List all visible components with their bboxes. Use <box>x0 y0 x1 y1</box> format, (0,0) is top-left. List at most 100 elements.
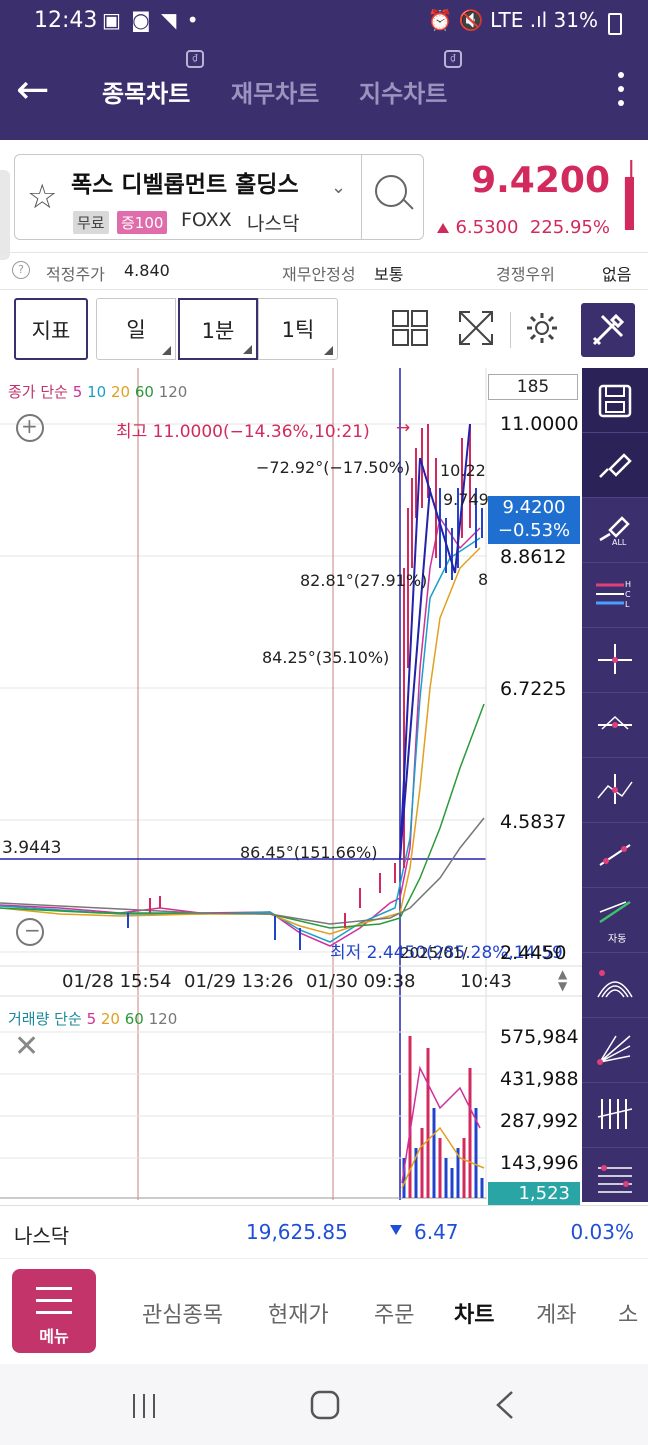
svg-text:C: C <box>625 590 631 599</box>
tools-icon <box>592 313 625 346</box>
line-draw-icon <box>599 844 631 866</box>
competition-value: 없음 <box>602 265 632 284</box>
nav-more[interactable]: 소 <box>618 1297 638 1329</box>
axis-scroll-icon[interactable]: ▲ ▼ <box>558 968 567 992</box>
channel-icon <box>598 1165 632 1193</box>
nav-order[interactable]: 주문 <box>374 1297 414 1329</box>
divider <box>361 155 362 239</box>
hline-value: 3.9443 <box>2 838 62 858</box>
finance-label: 재무안정성 <box>282 265 356 284</box>
period-count-box[interactable]: 185 <box>488 374 578 400</box>
channel-tool[interactable] <box>582 1148 648 1212</box>
tab-stock-chart[interactable]: 종목차트 <box>102 74 190 109</box>
period-1tick-button[interactable]: 1틱 <box>258 298 338 360</box>
fan-line-tool[interactable] <box>582 1018 648 1083</box>
vertical-line-icon <box>597 774 633 804</box>
recent-apps-icon[interactable] <box>130 1392 158 1420</box>
back-arrow-icon[interactable]: ← <box>16 70 50 110</box>
svg-text:ALL: ALL <box>612 538 627 546</box>
vertical-line-tool[interactable] <box>582 758 648 823</box>
period-line-tool[interactable] <box>582 1083 648 1148</box>
trend-value-label: 8 <box>478 570 489 589</box>
svg-text:H: H <box>625 580 631 589</box>
status-time: 12:43 <box>34 8 98 33</box>
svg-text:L: L <box>625 600 630 609</box>
trendline-tool[interactable] <box>582 693 648 758</box>
drawing-tool-panel: ALL HCL 자동 <box>582 368 648 1202</box>
x-axis-label: 01/30 09:38 <box>306 971 416 992</box>
line-draw-tool[interactable] <box>582 823 648 888</box>
index-name: 나스닥 <box>14 1224 70 1248</box>
info-bar: ? 적정주가 4.840 재무안정성 보통 경쟁우위 없음 <box>0 252 648 290</box>
margin-badge: 증100 <box>117 211 168 234</box>
legend-vol60: 60 <box>124 1010 144 1028</box>
legend-price-label: 종가 단순 <box>8 383 68 401</box>
fair-price-label: 적정주가 <box>46 265 105 284</box>
close-icon[interactable]: ✕ <box>14 1032 39 1062</box>
nav-account[interactable]: 계좌 <box>536 1297 576 1329</box>
tab-index-chart[interactable]: 지수차트 <box>359 74 447 109</box>
search-icon[interactable] <box>375 175 407 207</box>
period-day-button[interactable]: 일 <box>96 298 176 360</box>
y-axis-label: 8.8612 <box>500 546 567 568</box>
star-icon[interactable]: ☆ <box>27 177 57 217</box>
current-price: 9.4200 <box>471 160 610 201</box>
indicator-button[interactable]: 지표 <box>14 298 88 360</box>
more-menu-icon[interactable] <box>618 72 626 114</box>
status-bar: 12:43 ▣ ◙ ◥ • ⏰ 🔇 LTE .ıl 31% <box>0 0 648 46</box>
volume-axis-label: 143,996 <box>500 1152 579 1174</box>
period-1min-button[interactable]: 1분 <box>178 298 258 360</box>
price-legend[interactable]: 종가 단순 5 10 20 60 120 <box>8 381 187 402</box>
volume-axis-label: 431,988 <box>500 1068 579 1090</box>
eraser-tool[interactable] <box>582 433 648 498</box>
legend-ma120: 120 <box>158 383 188 401</box>
fibonacci-arc-icon <box>597 970 633 998</box>
change-value: 6.5300 <box>455 217 519 238</box>
home-icon[interactable] <box>310 1390 340 1420</box>
volume-current-tag: 1,523 <box>488 1182 580 1206</box>
y-axis-label: 11.0000 <box>500 413 579 435</box>
stock-market: 나스닥 <box>247 213 300 235</box>
zoom-in-icon[interactable]: + <box>16 414 44 442</box>
grid-layout-icon[interactable] <box>392 310 428 346</box>
chart-canvas <box>0 368 582 1200</box>
help-icon[interactable]: ? <box>12 261 30 279</box>
tab-finance-chart[interactable]: 재무차트 <box>231 74 319 109</box>
gear-icon[interactable] <box>524 310 560 346</box>
fullscreen-icon[interactable] <box>458 310 494 346</box>
stock-selector[interactable]: ☆ 폭스 디벨롭먼트 홀딩스 ⌄ 무료 증100 FOXX 나스닥 <box>14 154 424 240</box>
status-notification-icons: ▣ ◙ ◥ • <box>102 8 201 32</box>
system-back-icon[interactable] <box>494 1390 518 1420</box>
auto-trend-icon <box>599 900 631 924</box>
down-triangle-icon <box>390 1225 402 1235</box>
drawing-tools-button[interactable] <box>581 303 635 357</box>
legend-vol120: 120 <box>148 1010 178 1028</box>
menu-icon-line <box>36 1299 72 1302</box>
fibonacci-arc-tool[interactable] <box>582 953 648 1018</box>
side-drawer-handle[interactable] <box>0 170 10 260</box>
eraser-all-tool[interactable]: ALL <box>582 498 648 563</box>
app-header: 12:43 ▣ ◙ ◥ • ⏰ 🔇 LTE .ıl 31% ← 종목차트 ₫ 재… <box>0 0 648 140</box>
trend-annotation: 84.25°(35.10%) <box>262 648 390 667</box>
crosshair-tool[interactable] <box>582 628 648 693</box>
volume-legend[interactable]: 거래량 단순 5 20 60 120 <box>8 1008 177 1029</box>
nav-watchlist[interactable]: 관심종목 <box>142 1297 223 1329</box>
nav-current-price[interactable]: 현재가 <box>268 1297 329 1329</box>
hcl-tool[interactable]: HCL <box>582 563 648 628</box>
fair-price-value: 4.840 <box>124 261 170 280</box>
nav-chart[interactable]: 차트 <box>454 1297 494 1329</box>
menu-button[interactable]: 메뉴 <box>12 1269 96 1353</box>
legend-vol20: 20 <box>100 1010 120 1028</box>
menu-icon-line <box>36 1311 72 1314</box>
chevron-down-icon[interactable]: ⌄ <box>331 177 346 198</box>
trend-annotation: 82.81°(27.91%) <box>300 571 428 590</box>
crosshair-icon <box>598 644 632 674</box>
zoom-out-icon[interactable]: − <box>16 918 44 946</box>
period-1min-label: 1분 <box>201 319 235 343</box>
date-label: 2025/01/ <box>400 944 468 962</box>
x-axis-label: 01/28 15:54 <box>62 971 172 992</box>
auto-trend-tool[interactable]: 자동 <box>582 888 648 953</box>
save-tool[interactable] <box>582 368 648 433</box>
price-chart[interactable]: 종가 단순 5 10 20 60 120 185 + − 최고 11.0000(… <box>0 368 582 1206</box>
index-ticker-bar[interactable]: 나스닥 19,625.85 6.47 0.03% <box>0 1205 648 1258</box>
